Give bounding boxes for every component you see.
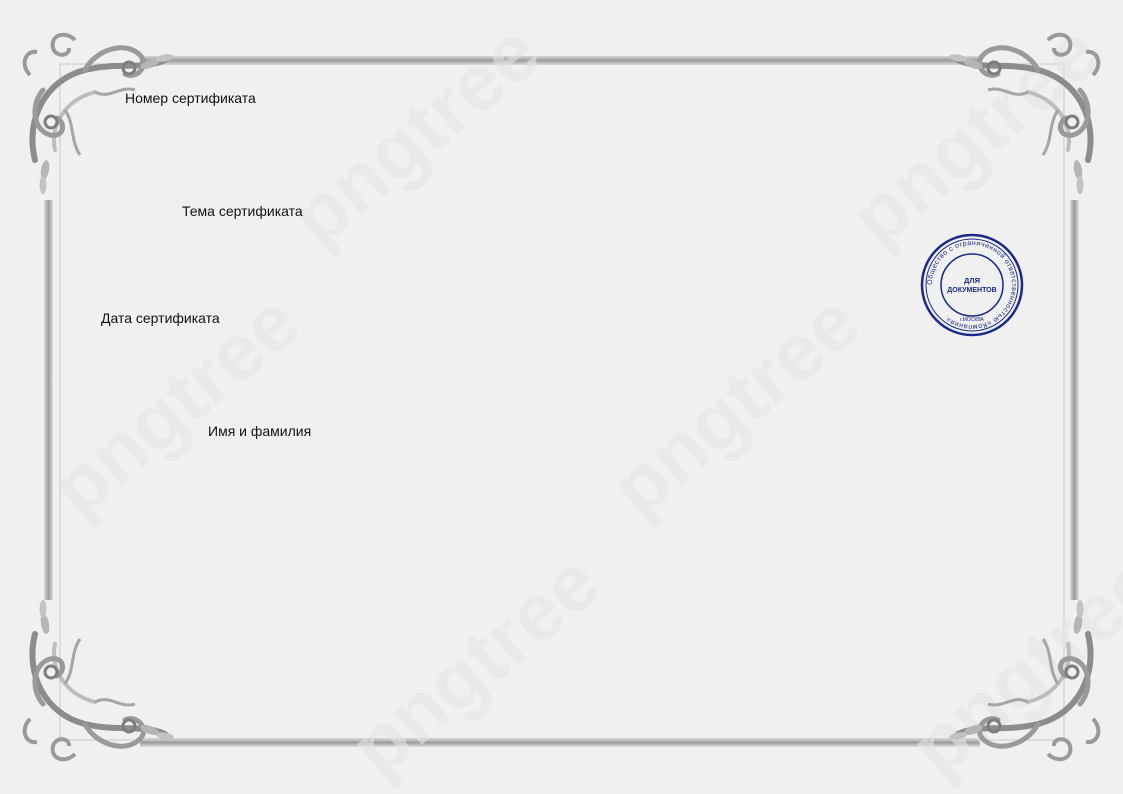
certificate-topic-label: Тема сертификата — [182, 203, 303, 219]
company-stamp: Общество с ограниченной ответственностью… — [920, 233, 1024, 337]
frame-left-bar — [44, 200, 53, 600]
svg-text:pngtree: pngtree — [334, 536, 616, 793]
frame-right-bar — [1070, 200, 1079, 600]
recipient-name-label: Имя и фамилия — [208, 423, 312, 439]
watermark: pngtree pngtree pngtree pngtree pngtree … — [34, 6, 1123, 793]
svg-text:pngtree: pngtree — [594, 276, 876, 533]
stamp-center-line2: ДОКУМЕНТОВ — [947, 287, 996, 294]
stamp-center-line1: ДЛЯ — [964, 276, 980, 285]
svg-text:pngtree: pngtree — [274, 6, 556, 263]
certificate-frame: pngtree pngtree pngtree pngtree pngtree … — [0, 6, 1123, 793]
certificate-page: pngtree pngtree pngtree pngtree pngtree … — [0, 0, 1123, 794]
stamp-city-text: г.МОСКВА — [960, 317, 984, 323]
frame-bottom-bar — [140, 738, 980, 747]
ornament-bottom-left — [25, 600, 175, 759]
certificate-date-label: Дата сертификата — [101, 310, 220, 326]
certificate-number-label: Номер сертификата — [125, 90, 256, 106]
